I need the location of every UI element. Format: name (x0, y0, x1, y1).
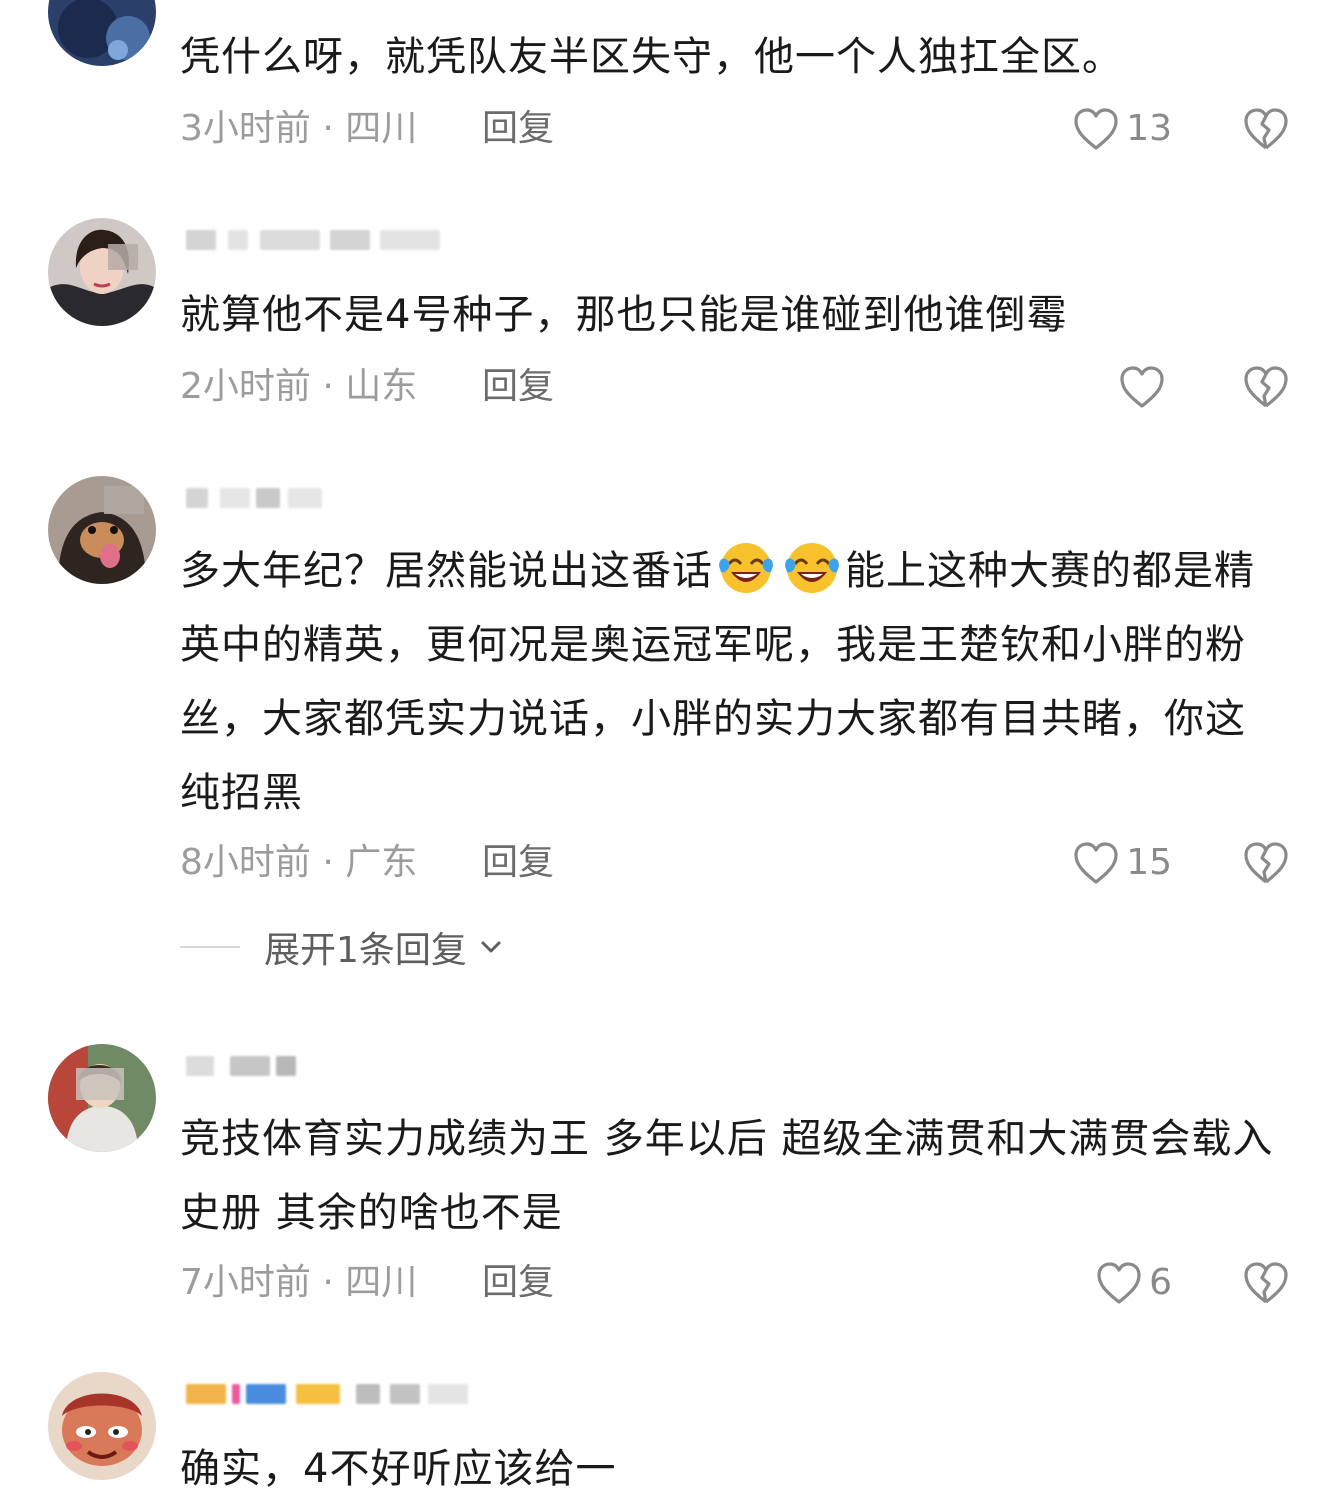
reply-button[interactable]: 回复 (482, 838, 554, 888)
chevron-down-icon (481, 941, 501, 953)
broken-heart-icon (1244, 366, 1288, 408)
comment-meta: 2小时前 · 山东 回复 (180, 362, 1290, 412)
tears-of-joy-emoji (717, 538, 775, 596)
avatar[interactable] (48, 0, 156, 66)
comment-text: 就算他不是4号种子，那也只能是谁碰到他谁倒霉 (180, 292, 1068, 338)
like-count: 13 (1126, 108, 1172, 149)
like-button[interactable]: 6 (1095, 1258, 1172, 1308)
heart-outline-icon (1074, 842, 1118, 884)
broken-heart-icon (1244, 1262, 1288, 1304)
heart-outline-icon (1097, 1262, 1141, 1304)
comment-meta: 8小时前 · 广东 回复 15 (180, 838, 1290, 888)
dislike-button[interactable] (1242, 364, 1290, 414)
like-button[interactable]: 15 (1072, 838, 1172, 888)
comment-time-location: 2小时前 · 山东 (180, 366, 418, 407)
comment-text-part1: 多大年纪？居然能说出这番话 (180, 548, 713, 594)
avatar[interactable] (48, 1044, 156, 1152)
like-button[interactable] (1118, 362, 1172, 412)
dislike-button[interactable] (1242, 840, 1290, 890)
dislike-button[interactable] (1242, 1260, 1290, 1310)
expand-replies-button[interactable]: 展开1条回复 (180, 922, 505, 972)
broken-heart-icon (1244, 108, 1288, 150)
comment-text: 确实，4不好听应该给一 (180, 1446, 617, 1492)
divider (180, 946, 240, 948)
expand-replies-label: 展开1条回复 (264, 930, 467, 971)
avatar[interactable] (48, 1372, 156, 1480)
dislike-button[interactable] (1242, 106, 1290, 156)
reply-button[interactable]: 回复 (482, 362, 554, 412)
heart-outline-icon (1074, 108, 1118, 150)
like-button[interactable]: 13 (1072, 104, 1172, 154)
comment-time-location: 7小时前 · 四川 (180, 1262, 418, 1303)
broken-heart-icon (1244, 842, 1288, 884)
like-count: 15 (1126, 842, 1172, 883)
comment-text: 竞技体育实力成绩为王 多年以后 超级全满贯和大满贯会载入史册 其余的啥也不是 (180, 1116, 1274, 1236)
comment-time-location: 3小时前 · 四川 (180, 108, 418, 149)
like-count: 6 (1149, 1262, 1172, 1303)
avatar[interactable] (48, 218, 156, 326)
avatar[interactable] (48, 476, 156, 584)
reply-button[interactable]: 回复 (482, 1258, 554, 1308)
comment-text: 多大年纪？居然能说出这番话 能上这种大赛的都是精英中的精英，更何况是奥运冠军呢，我… (180, 534, 1280, 830)
comment-time-location: 8小时前 · 广东 (180, 842, 418, 883)
tears-of-joy-emoji (783, 538, 841, 596)
reply-button[interactable]: 回复 (482, 104, 554, 154)
comment-meta: 7小时前 · 四川 回复 6 (180, 1258, 1290, 1308)
heart-outline-icon (1120, 366, 1164, 408)
comment-text: 凭什么呀，就凭队友半区失守，他一个人独扛全区。 (180, 34, 1123, 80)
comment-meta: 3小时前 · 四川 回复 13 (180, 104, 1290, 154)
